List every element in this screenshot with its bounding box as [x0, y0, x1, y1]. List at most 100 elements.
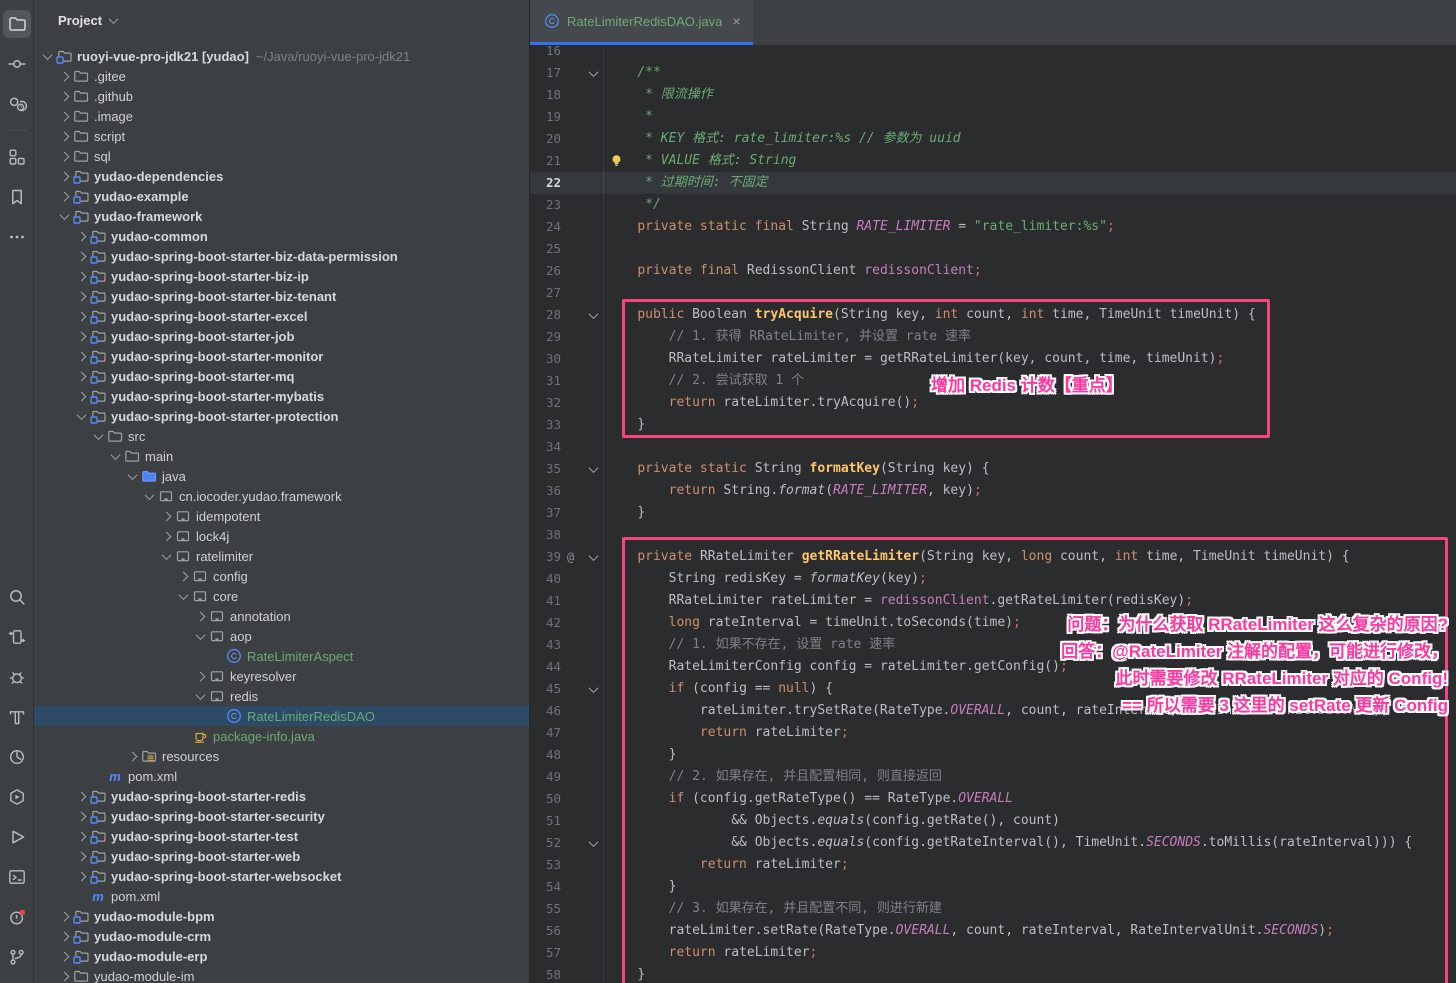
tree-item-yudao-spring-boot-starter-web[interactable]: yudao-spring-boot-starter-web: [34, 846, 529, 866]
tree-item-src[interactable]: src: [34, 426, 529, 446]
tree-item-yudao-spring-boot-starter-redis[interactable]: yudao-spring-boot-starter-redis: [34, 786, 529, 806]
tree-item-package-info-java[interactable]: package-info.java: [34, 726, 529, 746]
tree-item-ratelimiterredisdao[interactable]: CRateLimiterRedisDAO: [34, 706, 529, 726]
code-line-16[interactable]: 16: [530, 45, 1456, 62]
tree-item-pom-xml[interactable]: mpom.xml: [34, 766, 529, 786]
chevron-right-icon[interactable]: [74, 233, 89, 240]
tree-item-yudao-framework[interactable]: yudao-framework: [34, 206, 529, 226]
tree-item-yudao-module-crm[interactable]: yudao-module-crm: [34, 926, 529, 946]
tree-item-config[interactable]: config: [34, 566, 529, 586]
code-line-41[interactable]: 41 RRateLimiter rateLimiter = redissonCl…: [530, 590, 1456, 612]
chevron-right-icon[interactable]: [74, 293, 89, 300]
code-line-21[interactable]: 21 * VALUE 格式: String: [530, 150, 1456, 172]
tree-item-java[interactable]: java: [34, 466, 529, 486]
chevron-right-icon[interactable]: [57, 113, 72, 120]
chevron-right-icon[interactable]: [74, 393, 89, 400]
code-line-28[interactable]: 28 public Boolean tryAcquire(String key,…: [530, 304, 1456, 326]
chevron-right-icon[interactable]: [57, 133, 72, 140]
profiler-icon[interactable]: [3, 743, 31, 771]
tree-item--gitee[interactable]: .gitee: [34, 66, 529, 86]
chevron-right-icon[interactable]: [74, 373, 89, 380]
run-configurations-icon[interactable]: [3, 783, 31, 811]
chevron-right-icon[interactable]: [74, 813, 89, 820]
chevron-down-icon[interactable]: [125, 473, 140, 480]
code-line-43[interactable]: 43 // 1. 如果不存在, 设置 rate 速率: [530, 634, 1456, 656]
fold-chevron-icon[interactable]: [589, 309, 599, 319]
code-line-24[interactable]: 24 private static final String RATE_LIMI…: [530, 216, 1456, 238]
chevron-right-icon[interactable]: [57, 153, 72, 160]
chevron-down-icon[interactable]: [142, 493, 157, 500]
editor-content[interactable]: 1617 /**18 * 限流操作19 *20 * KEY 格式: rate_l…: [530, 45, 1456, 983]
chevron-right-icon[interactable]: [57, 913, 72, 920]
tree-item-script[interactable]: script: [34, 126, 529, 146]
code-line-36[interactable]: 36 return String.format(RATE_LIMITER, ke…: [530, 480, 1456, 502]
code-line-54[interactable]: 54 }: [530, 876, 1456, 898]
structure-icon[interactable]: [3, 143, 31, 171]
tree-item-idempotent[interactable]: idempotent: [34, 506, 529, 526]
chevron-right-icon[interactable]: [74, 873, 89, 880]
chevron-down-icon[interactable]: [91, 433, 106, 440]
version-control-icon[interactable]: [3, 943, 31, 971]
chevron-right-icon[interactable]: [74, 253, 89, 260]
tree-item-yudao-spring-boot-starter-protection[interactable]: yudao-spring-boot-starter-protection: [34, 406, 529, 426]
fold-chevron-icon[interactable]: [589, 67, 599, 77]
tree-item-redis[interactable]: redis: [34, 686, 529, 706]
code-line-52[interactable]: 52 && Objects.equals(config.getRateInter…: [530, 832, 1456, 854]
chevron-right-icon[interactable]: [57, 73, 72, 80]
tree-item-yudao-spring-boot-starter-biz-ip[interactable]: yudao-spring-boot-starter-biz-ip: [34, 266, 529, 286]
tree-item-yudao-module-bpm[interactable]: yudao-module-bpm: [34, 906, 529, 926]
tree-item-yudao-example[interactable]: yudao-example: [34, 186, 529, 206]
code-line-51[interactable]: 51 && Objects.equals(config.getRate(), c…: [530, 810, 1456, 832]
code-line-25[interactable]: 25: [530, 238, 1456, 260]
code-line-22[interactable]: 22 * 过期时间: 不固定: [530, 172, 1456, 194]
tree-item-lock4j[interactable]: lock4j: [34, 526, 529, 546]
code-line-26[interactable]: 26 private final RedissonClient redisson…: [530, 260, 1456, 282]
chevron-right-icon[interactable]: [125, 753, 140, 760]
chevron-right-icon[interactable]: [74, 793, 89, 800]
code-line-40[interactable]: 40 String redisKey = formatKey(key);: [530, 568, 1456, 590]
code-line-45[interactable]: 45 if (config == null) {: [530, 678, 1456, 700]
commit-icon[interactable]: [3, 50, 31, 78]
run-icon[interactable]: [3, 823, 31, 851]
tree-item-yudao-module-im[interactable]: yudao-module-im: [34, 966, 529, 983]
bookmarks-icon[interactable]: [3, 183, 31, 211]
code-line-48[interactable]: 48 }: [530, 744, 1456, 766]
chevron-right-icon[interactable]: [159, 513, 174, 520]
code-line-30[interactable]: 30 RRateLimiter rateLimiter = getRRateLi…: [530, 348, 1456, 370]
chevron-right-icon[interactable]: [57, 973, 72, 980]
code-line-39[interactable]: 39@ private RRateLimiter getRRateLimiter…: [530, 546, 1456, 568]
code-line-55[interactable]: 55 // 3. 如果存在, 并且配置不同, 则进行新建: [530, 898, 1456, 920]
code-line-31[interactable]: 31 // 2. 尝试获取 1 个: [530, 370, 1456, 392]
code-line-33[interactable]: 33 }: [530, 414, 1456, 436]
fold-chevron-icon[interactable]: [589, 463, 599, 473]
tree-item-yudao-dependencies[interactable]: yudao-dependencies: [34, 166, 529, 186]
tree-item-keyresolver[interactable]: keyresolver: [34, 666, 529, 686]
chevron-down-icon[interactable]: [74, 413, 89, 420]
tree-item--github[interactable]: .github: [34, 86, 529, 106]
chevron-right-icon[interactable]: [74, 273, 89, 280]
more-tool-windows-icon[interactable]: [3, 223, 31, 251]
chevron-right-icon[interactable]: [176, 573, 191, 580]
code-line-23[interactable]: 23 */: [530, 194, 1456, 216]
code-line-44[interactable]: 44 RateLimiterConfig config = rateLimite…: [530, 656, 1456, 678]
chevron-down-icon[interactable]: [193, 633, 208, 640]
intention-bulb-icon[interactable]: [610, 154, 623, 167]
chevron-right-icon[interactable]: [193, 673, 208, 680]
code-line-37[interactable]: 37 }: [530, 502, 1456, 524]
tree-item-cn-iocoder-yudao-framework[interactable]: cn.iocoder.yudao.framework: [34, 486, 529, 506]
chevron-right-icon[interactable]: [57, 93, 72, 100]
tree-item-yudao-spring-boot-starter-security[interactable]: yudao-spring-boot-starter-security: [34, 806, 529, 826]
tree-item-resources[interactable]: resources: [34, 746, 529, 766]
code-line-46[interactable]: 46 rateLimiter.trySetRate(RateType.OVERA…: [530, 700, 1456, 722]
chevron-right-icon[interactable]: [74, 833, 89, 840]
fold-chevron-icon[interactable]: [589, 551, 599, 561]
chevron-down-icon[interactable]: [57, 213, 72, 220]
chevron-right-icon[interactable]: [57, 173, 72, 180]
code-line-35[interactable]: 35 private static String formatKey(Strin…: [530, 458, 1456, 480]
chevron-right-icon[interactable]: [57, 933, 72, 940]
code-line-49[interactable]: 49 // 2. 如果存在, 并且配置相同, 则直接返回: [530, 766, 1456, 788]
debug-icon[interactable]: [3, 663, 31, 691]
code-line-32[interactable]: 32 return rateLimiter.tryAcquire();: [530, 392, 1456, 414]
problems-icon[interactable]: [3, 903, 31, 931]
annotation-gutter-icon[interactable]: @: [567, 546, 574, 568]
